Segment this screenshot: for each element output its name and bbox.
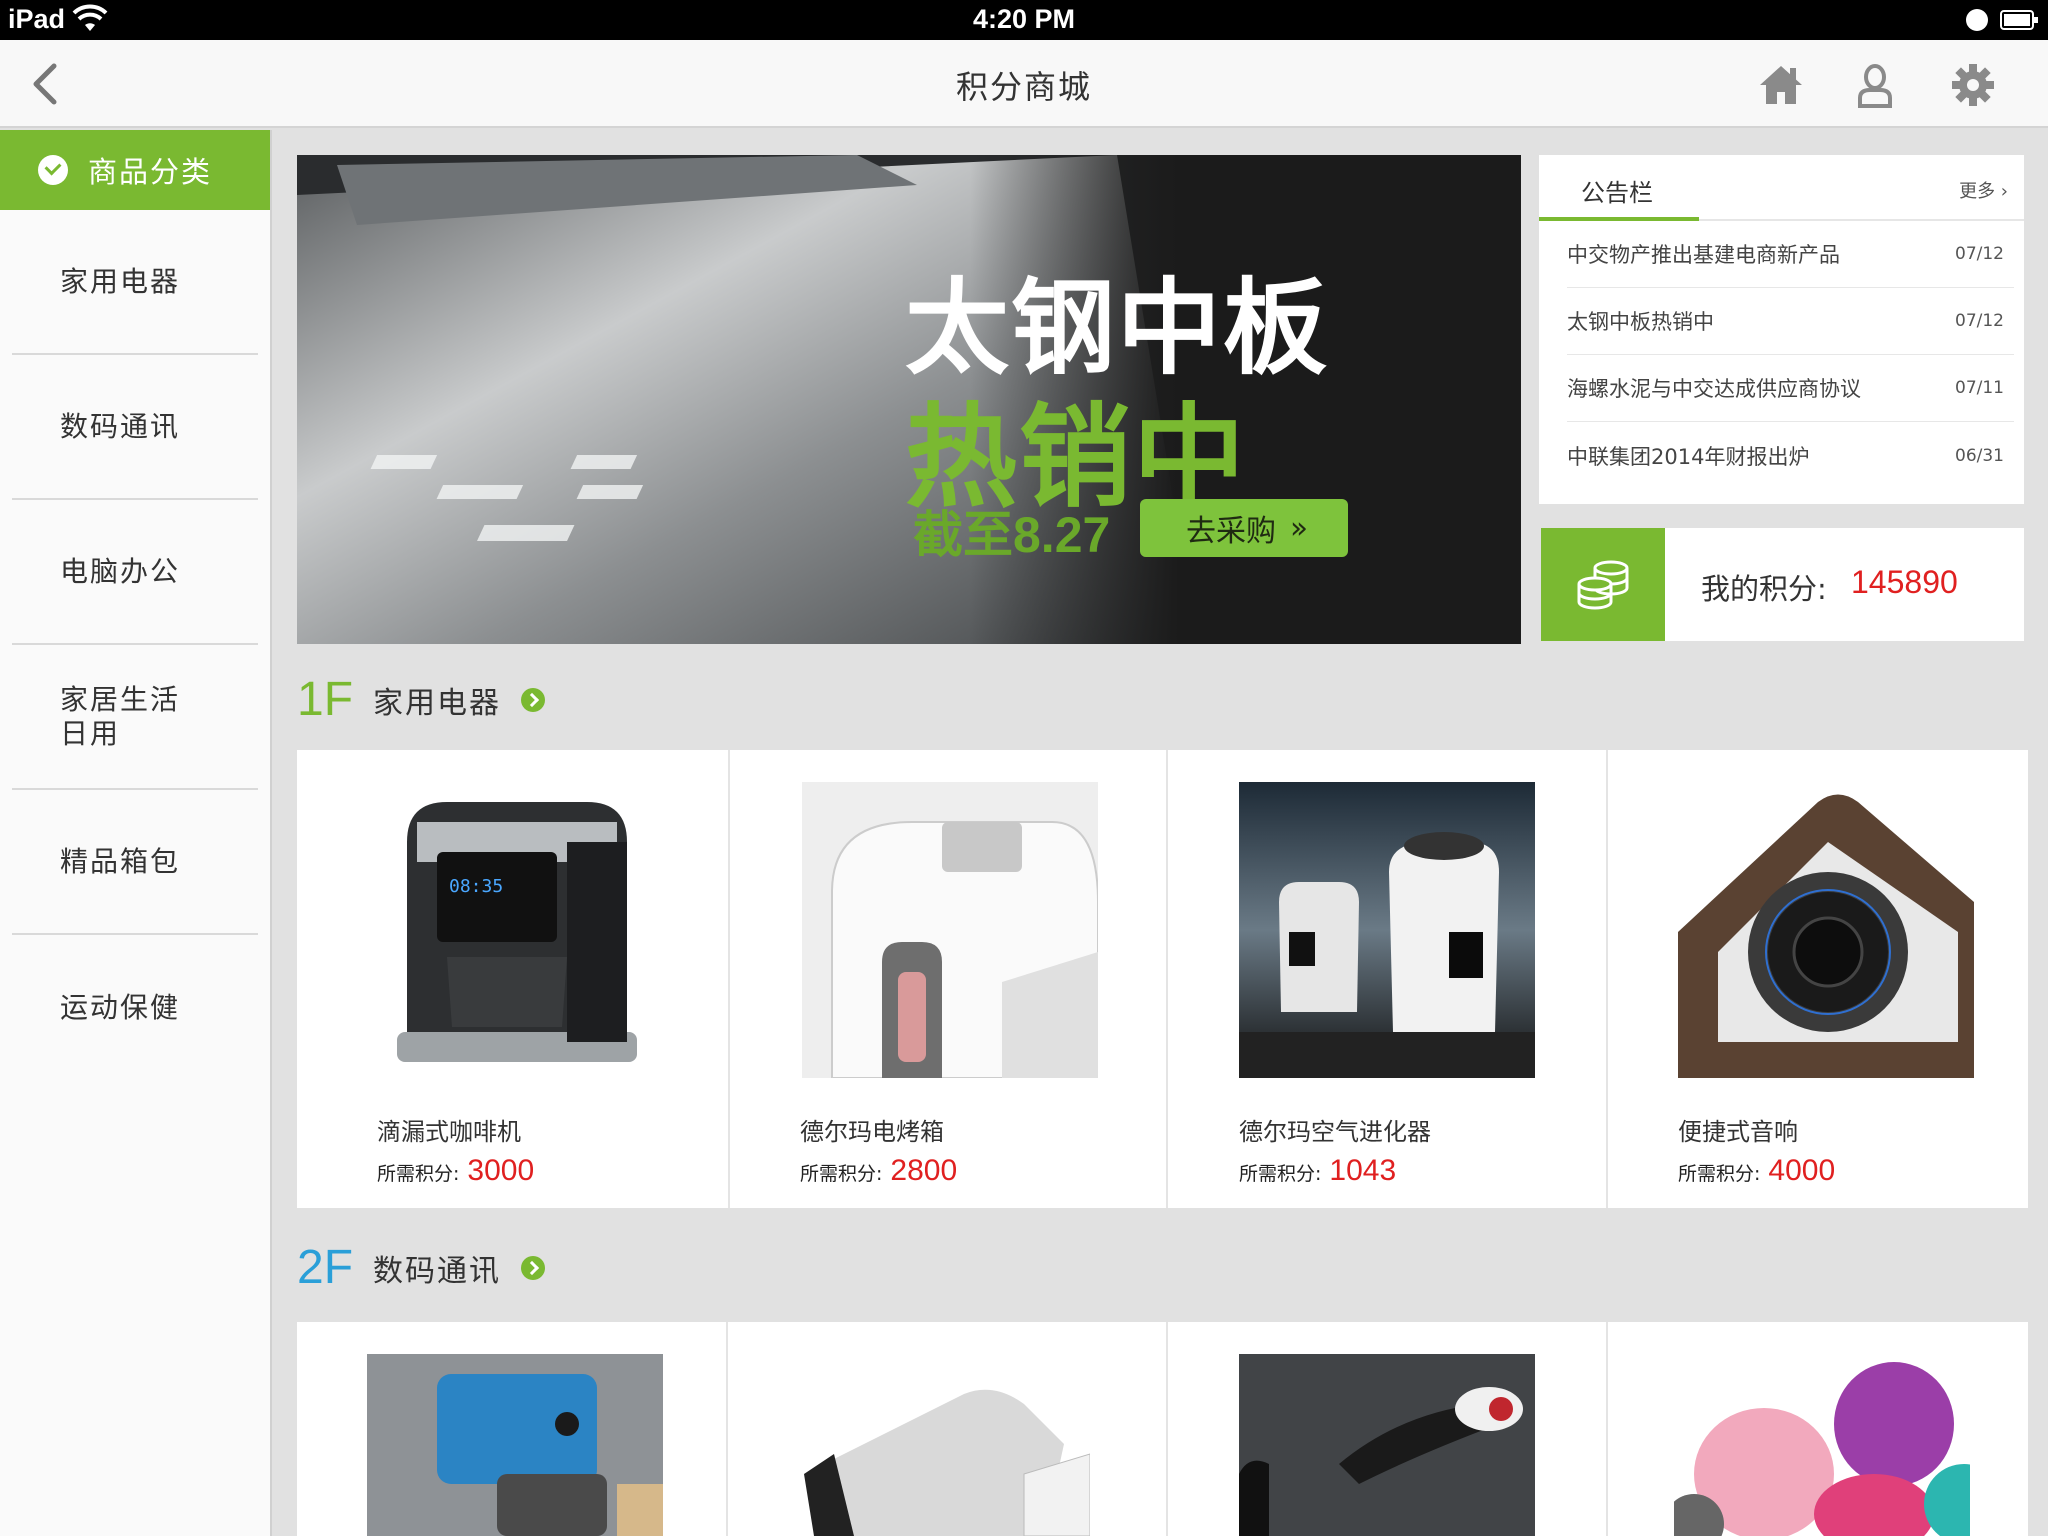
category-header-label: 商品分类 (88, 155, 213, 189)
price-label: 所需积分: (1678, 1163, 1761, 1185)
product-card[interactable]: 08:35 滴漏式咖啡机 所需积分: 3000 (297, 750, 730, 1208)
usb-drive-image (794, 1354, 1090, 1536)
svg-text:08:35: 08:35 (449, 876, 503, 897)
product-points: 3000 (467, 1154, 535, 1187)
my-points-card[interactable]: 我的积分: 145890 (1541, 528, 2024, 641)
product-points: 4000 (1768, 1154, 1836, 1187)
floor-1-header[interactable]: 1F 家用电器 (297, 672, 546, 727)
floor-2-header[interactable]: 2F 数码通讯 (297, 1240, 546, 1295)
points-label: 我的积分: (1701, 572, 1827, 606)
product-points: 1043 (1329, 1154, 1397, 1187)
notice-date: 06/31 (1955, 445, 2004, 466)
double-chevron-right-icon: ›› (1290, 510, 1308, 546)
notice-item[interactable]: 中联集团2014年财报出炉 06/31 (1567, 422, 2014, 489)
category-item[interactable]: 家居生活 日用 (12, 645, 258, 790)
category-sidebar: 商品分类 家用电器 数码通讯 电脑办公 家居生活 日用 精品箱包 运动保健 (0, 130, 272, 1536)
product-name: 便捷式音响 (1678, 1118, 1798, 1146)
category-item[interactable]: 家用电器 (12, 210, 258, 355)
price-label: 所需积分: (377, 1163, 460, 1185)
go-purchase-label: 去采购 (1186, 514, 1276, 549)
floor-name: 家用电器 (373, 685, 502, 721)
notice-board: 公告栏 更多 › 中交物产推出基建电商新产品 07/12 太钢中板热销中 07/… (1539, 155, 2024, 504)
go-purchase-button[interactable]: 去采购 ›› (1140, 499, 1348, 557)
product-card[interactable]: 德尔玛电烤箱 所需积分: 2800 (730, 750, 1168, 1208)
page-title: 积分商城 (955, 68, 1092, 106)
user-icon[interactable] (1850, 60, 1900, 110)
notice-text: 中交物产推出基建电商新产品 (1567, 243, 1840, 267)
clock: 4:20 PM (972, 4, 1076, 34)
notice-tabbar: 公告栏 更多 › (1539, 155, 2024, 221)
notice-text: 海螺水泥与中交达成供应商协议 (1567, 377, 1861, 401)
promo-banner[interactable]: 太钢中板 热销中 截至8.27 去采购 ›› (297, 155, 1521, 644)
category-header[interactable]: 商品分类 (0, 130, 270, 210)
product-card[interactable] (1608, 1322, 2028, 1536)
category-item-label: 精品箱包 (60, 844, 181, 878)
category-item-label: 家居生活 日用 (60, 682, 181, 750)
rotation-lock-icon (1966, 9, 1988, 31)
category-item[interactable]: 运动保健 (12, 935, 258, 1080)
notice-date: 07/12 (1955, 311, 2004, 331)
notice-text: 中联集团2014年财报出炉 (1567, 444, 1810, 469)
price-row: 所需积分: 1043 (1239, 1154, 1396, 1188)
floor-1-products: 08:35 滴漏式咖啡机 所需积分: 3000 德尔玛电烤箱 所需积分: 280… (297, 750, 2028, 1208)
check-circle-icon (38, 155, 68, 185)
price-label: 所需积分: (800, 1163, 883, 1185)
battery-icon (2000, 10, 2038, 30)
category-item-label: 家用电器 (60, 264, 181, 298)
floor-name: 数码通讯 (373, 1253, 502, 1289)
coffee-maker-image: 08:35 (367, 782, 663, 1078)
category-item[interactable]: 电脑办公 (12, 500, 258, 645)
arrow-circle-icon[interactable] (521, 1255, 546, 1280)
coin-stack-icon (1577, 560, 1629, 610)
floor-2-products (297, 1322, 2028, 1536)
banner-deadline: 截至8.27 (913, 507, 1111, 563)
product-card[interactable]: 德尔玛空气进化器 所需积分: 1043 (1168, 750, 1608, 1208)
category-item-label: 电脑办公 (60, 554, 181, 588)
floor-number: 2F (297, 1241, 354, 1294)
product-name: 德尔玛电烤箱 (800, 1118, 944, 1146)
price-row: 所需积分: 3000 (377, 1154, 534, 1188)
air-purifier-image (1239, 782, 1535, 1078)
category-item-label: 运动保健 (60, 990, 181, 1024)
nav-bar: 积分商城 (0, 40, 2048, 128)
more-link[interactable]: 更多 › (1959, 177, 2008, 203)
notice-item[interactable]: 海螺水泥与中交达成供应商协议 07/11 (1567, 355, 2014, 422)
toaster-oven-image (802, 782, 1098, 1078)
product-card[interactable] (297, 1322, 728, 1536)
notice-date: 07/11 (1955, 378, 2004, 398)
product-name: 德尔玛空气进化器 (1239, 1118, 1431, 1146)
product-card[interactable] (728, 1322, 1168, 1536)
bluetooth-headset-image (1239, 1354, 1535, 1536)
product-points: 2800 (890, 1154, 958, 1187)
gear-icon[interactable] (1948, 60, 1998, 110)
face-brush-image (1674, 1354, 1970, 1536)
price-row: 所需积分: 4000 (1678, 1154, 1835, 1188)
category-item-label: 数码通讯 (60, 409, 181, 443)
category-item[interactable]: 精品箱包 (12, 790, 258, 935)
coin-box (1541, 528, 1665, 641)
arrow-circle-icon[interactable] (521, 687, 546, 712)
price-label: 所需积分: (1239, 1163, 1322, 1185)
notice-title[interactable]: 公告栏 (1581, 173, 1653, 208)
floor-number: 1F (297, 673, 354, 726)
status-bar: iPad 4:20 PM (0, 0, 2048, 40)
notice-date: 07/12 (1955, 244, 2004, 264)
category-item[interactable]: 数码通讯 (12, 355, 258, 500)
home-icon[interactable] (1756, 60, 1806, 110)
notice-text: 太钢中板热销中 (1567, 310, 1714, 334)
notice-item[interactable]: 太钢中板热销中 07/12 (1567, 288, 2014, 355)
points-value: 145890 (1851, 564, 1958, 600)
product-card[interactable]: 便捷式音响 所需积分: 4000 (1608, 750, 2028, 1208)
product-card[interactable] (1168, 1322, 1608, 1536)
speaker-image (1678, 782, 1974, 1078)
tab-indicator (1539, 217, 1699, 221)
price-row: 所需积分: 2800 (800, 1154, 957, 1188)
product-name: 滴漏式咖啡机 (377, 1118, 521, 1146)
smartphone-image (367, 1354, 663, 1536)
notice-item[interactable]: 中交物产推出基建电商新产品 07/12 (1567, 221, 2014, 288)
